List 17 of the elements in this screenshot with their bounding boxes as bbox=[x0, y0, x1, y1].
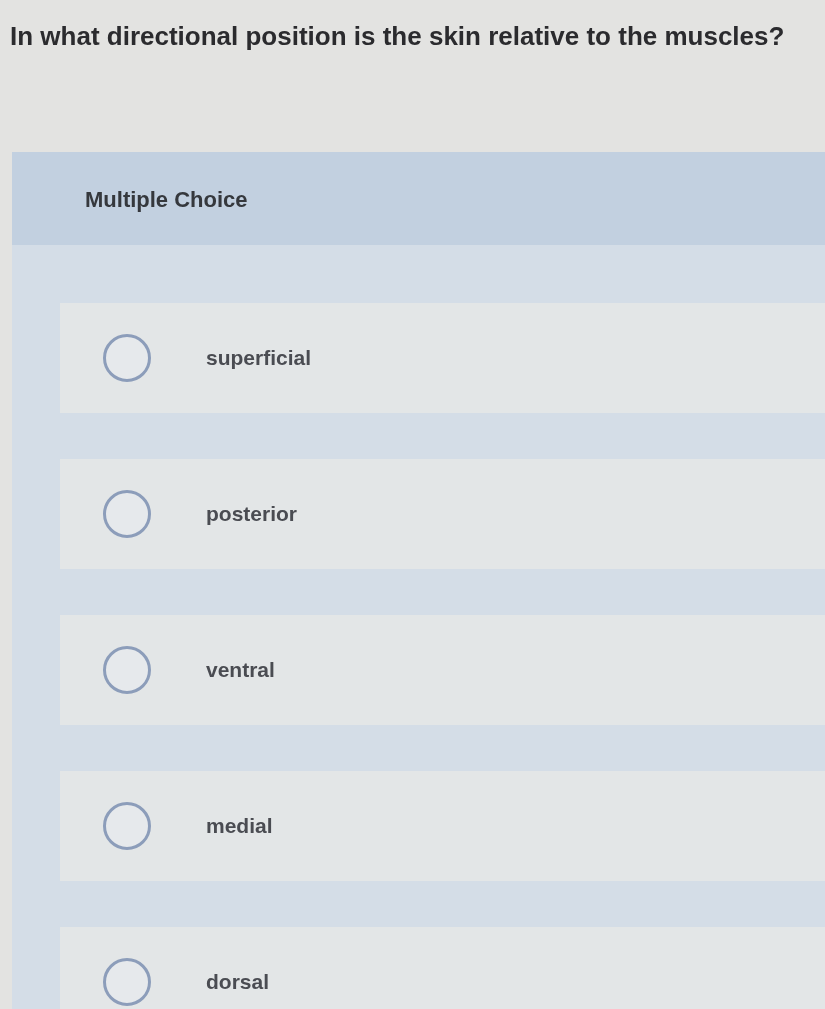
option-label: ventral bbox=[206, 657, 275, 683]
option-label: dorsal bbox=[206, 969, 270, 995]
option-label: medial bbox=[206, 813, 273, 839]
option-label: superficial bbox=[206, 345, 312, 371]
answer-option[interactable]: superficial bbox=[60, 303, 825, 413]
answer-option[interactable]: posterior bbox=[60, 459, 825, 569]
answer-option[interactable]: dorsal bbox=[60, 927, 825, 1009]
answer-option[interactable]: ventral bbox=[60, 615, 825, 725]
section-title: Multiple Choice bbox=[85, 186, 248, 213]
radio-button[interactable] bbox=[103, 334, 151, 382]
option-label: posterior bbox=[206, 501, 297, 527]
radio-button[interactable] bbox=[103, 490, 151, 538]
answer-option[interactable]: medial bbox=[60, 771, 825, 881]
radio-button[interactable] bbox=[103, 646, 151, 694]
radio-button[interactable] bbox=[103, 958, 151, 1006]
radio-button[interactable] bbox=[103, 802, 151, 850]
question-text: In what directional position is the skin relative to the muscles? bbox=[10, 21, 785, 51]
